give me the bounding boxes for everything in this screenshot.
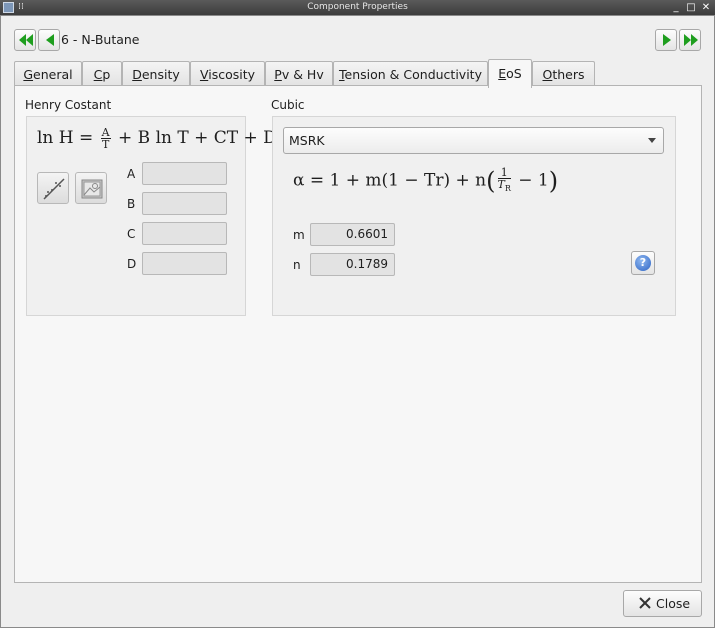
maximize-button[interactable]: □ bbox=[686, 0, 696, 15]
next-record-button[interactable] bbox=[655, 29, 677, 51]
titlebar-left: ⁞⁞ bbox=[3, 2, 25, 13]
henry-d-field[interactable] bbox=[142, 252, 227, 275]
chevron-down-icon bbox=[648, 138, 656, 143]
tab-label: ension & Conductivity bbox=[344, 67, 482, 82]
left-arrow-icon bbox=[46, 34, 54, 46]
param-label-b: B bbox=[127, 197, 136, 211]
formula-rhs: + B ln T + CT + D bbox=[118, 128, 277, 148]
previous-record-button[interactable] bbox=[38, 29, 60, 51]
tab-density[interactable]: Density bbox=[122, 61, 190, 87]
double-left-arrow-icon bbox=[19, 34, 33, 46]
window-controls: _ □ ✕ bbox=[671, 0, 711, 15]
tab-mnemonic: V bbox=[199, 67, 209, 82]
tab-eos[interactable]: EoS bbox=[488, 59, 532, 88]
close-window-button[interactable]: ✕ bbox=[701, 0, 711, 15]
window-titlebar: ⁞⁞ Component Properties _ □ ✕ bbox=[0, 0, 715, 15]
tab-label: v & Hv bbox=[281, 67, 324, 82]
trendline-icon bbox=[43, 178, 65, 200]
tab-mnemonic: O bbox=[542, 67, 553, 82]
formula-lhs: ln H = bbox=[37, 128, 94, 148]
denominator-t: T bbox=[497, 178, 505, 192]
help-icon: ? bbox=[635, 255, 651, 271]
henry-a-field[interactable] bbox=[142, 162, 227, 185]
last-record-button[interactable] bbox=[679, 29, 701, 51]
close-icon bbox=[639, 597, 651, 609]
tab-mnemonic: E bbox=[498, 66, 507, 81]
tab-mnemonic: P bbox=[274, 67, 282, 82]
first-record-button[interactable] bbox=[14, 29, 36, 51]
component-title: 6 - N-Butane bbox=[61, 32, 140, 47]
app-icon[interactable] bbox=[3, 2, 14, 13]
selected-model: MSRK bbox=[289, 133, 325, 148]
tab-label: oS bbox=[506, 66, 522, 81]
alpha-formula: α = 1 + m(1 − Tr) + n( 1 TR − 1) bbox=[293, 167, 558, 195]
param-label-m: m bbox=[293, 228, 305, 242]
tab-tension-conductivity[interactable]: Tension & Conductivity bbox=[333, 61, 488, 87]
tab-general[interactable]: General bbox=[14, 61, 82, 87]
eos-model-select[interactable]: MSRK bbox=[283, 127, 664, 154]
window-menu-icon[interactable]: ⁞⁞ bbox=[17, 2, 25, 13]
tab-label: eneral bbox=[33, 67, 73, 82]
close-button[interactable]: Close bbox=[623, 590, 702, 617]
formula-lhs: α = 1 + m(1 − Tr) + n bbox=[293, 170, 487, 191]
tab-mnemonic: G bbox=[23, 67, 34, 82]
tab-pv-hv[interactable]: Pv & Hv bbox=[265, 61, 333, 87]
param-label-a: A bbox=[127, 167, 136, 181]
double-right-arrow-icon bbox=[684, 34, 698, 46]
right-arrow-icon bbox=[663, 34, 671, 46]
param-label-n: n bbox=[293, 258, 301, 272]
cubic-groupbox: MSRK α = 1 + m(1 − Tr) + n( 1 TR − 1) m … bbox=[272, 116, 676, 316]
formula-fraction: A T bbox=[100, 127, 111, 151]
formula-tail: − 1 bbox=[518, 170, 549, 191]
tab-label: thers bbox=[552, 67, 585, 82]
henry-groupbox: ln H = A T + B ln T + CT + D A B C D bbox=[26, 116, 277, 316]
tab-label: iscosity bbox=[208, 67, 256, 82]
tab-label: ensity bbox=[141, 67, 180, 82]
paren-close: ) bbox=[548, 167, 559, 195]
tab-cp[interactable]: Cp bbox=[82, 61, 122, 87]
tab-others[interactable]: Others bbox=[532, 61, 595, 87]
cubic-group-label: Cubic bbox=[271, 98, 305, 112]
eos-tab-panel: Henry Costant ln H = A T + B ln T + CT +… bbox=[14, 85, 702, 583]
close-label: Close bbox=[656, 596, 691, 611]
regression-fit-button[interactable] bbox=[37, 172, 69, 204]
henry-b-field[interactable] bbox=[142, 192, 227, 215]
cubic-m-field[interactable]: 0.6601 bbox=[310, 223, 395, 246]
picture-icon bbox=[81, 179, 103, 199]
henry-formula: ln H = A T + B ln T + CT + D bbox=[37, 127, 277, 150]
tab-mnemonic: D bbox=[132, 67, 142, 82]
dialog-body: 6 - N-Butane General Cp Density Viscosit… bbox=[0, 15, 715, 628]
henry-c-field[interactable] bbox=[142, 222, 227, 245]
minimize-button[interactable]: _ bbox=[671, 0, 681, 15]
denominator-sub: R bbox=[504, 184, 511, 194]
tab-viscosity[interactable]: Viscosity bbox=[190, 61, 265, 87]
henry-group-label: Henry Costant bbox=[25, 98, 112, 112]
tab-label: p bbox=[102, 67, 111, 82]
paren-open: ( bbox=[486, 167, 496, 195]
chart-view-button[interactable] bbox=[75, 172, 107, 204]
window-title: Component Properties bbox=[307, 2, 408, 12]
param-label-d: D bbox=[127, 257, 137, 271]
formula-fraction: 1 TR bbox=[497, 167, 511, 194]
help-button[interactable]: ? bbox=[631, 251, 655, 275]
param-label-c: C bbox=[127, 227, 136, 241]
fraction-denominator: T bbox=[101, 138, 110, 151]
fraction-denominator: TR bbox=[498, 179, 511, 194]
cubic-n-field[interactable]: 0.1789 bbox=[310, 253, 395, 276]
